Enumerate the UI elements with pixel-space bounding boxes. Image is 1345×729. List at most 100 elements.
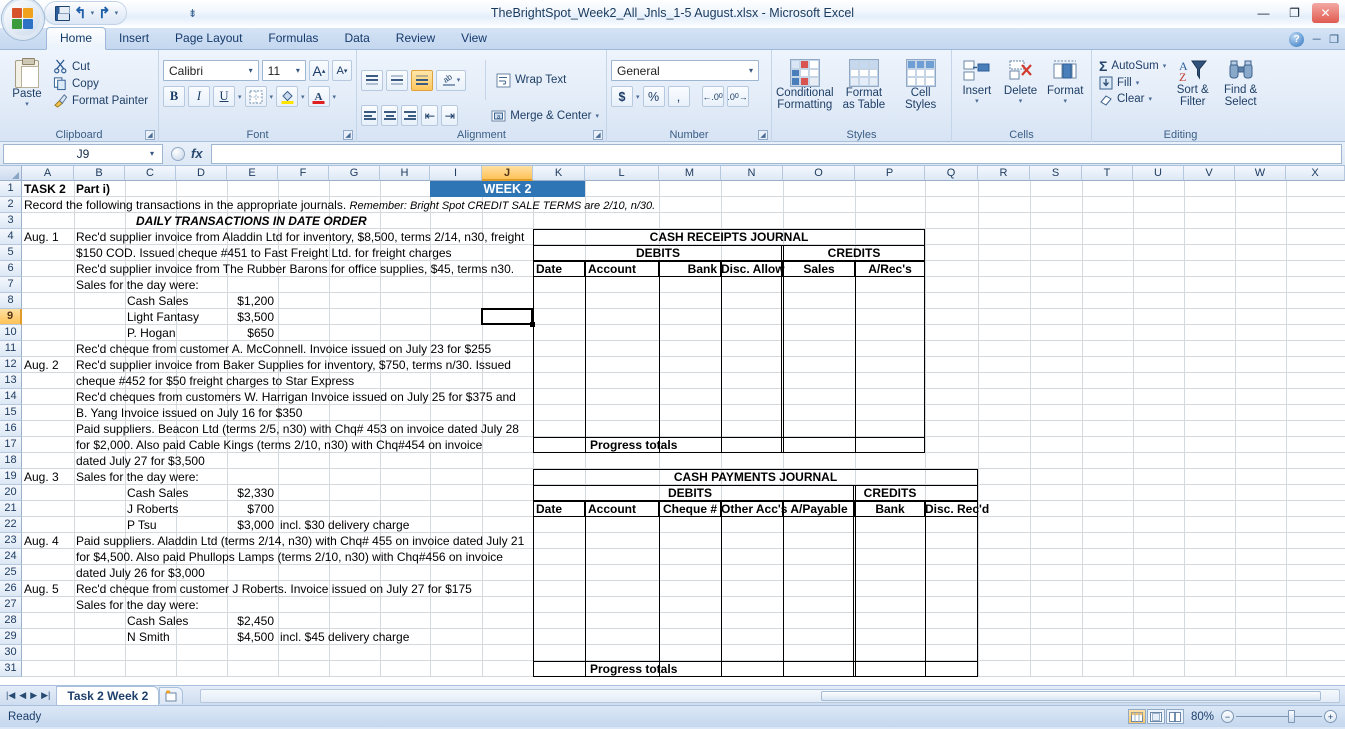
cell-C28[interactable]: Cash Sales	[125, 613, 190, 629]
cell-B12[interactable]: Rec'd supplier invoice from Baker Suppli…	[74, 357, 513, 373]
alignment-dialog-launcher[interactable]: ◢	[593, 130, 603, 140]
row-header-17[interactable]: 17	[0, 437, 22, 453]
row-header-24[interactable]: 24	[0, 549, 22, 565]
insert-cells-dropdown-icon[interactable]: ▾	[975, 97, 979, 105]
row-header-11[interactable]: 11	[0, 341, 22, 357]
grid-cells[interactable]: TASK 2 Part i) Record the following transa…	[22, 181, 1345, 677]
tab-insert[interactable]: Insert	[106, 28, 162, 49]
row-header-7[interactable]: 7	[0, 277, 22, 293]
cell-B6[interactable]: Rec'd supplier invoice from The Rubber B…	[74, 261, 516, 277]
paste-button[interactable]: Paste ▾	[4, 56, 50, 109]
minimize-button[interactable]: —	[1250, 3, 1277, 23]
number-format-box[interactable]: General ▾	[611, 60, 759, 81]
column-header-R[interactable]: R	[978, 166, 1030, 181]
column-header-L[interactable]: L	[585, 166, 659, 181]
row-header-29[interactable]: 29	[0, 629, 22, 645]
borders-button[interactable]	[244, 86, 267, 107]
cell-C9[interactable]: Light Fantasy	[125, 309, 201, 325]
page-break-view-button[interactable]	[1165, 709, 1184, 724]
column-header-S[interactable]: S	[1030, 166, 1082, 181]
row-header-26[interactable]: 26	[0, 581, 22, 597]
merge-center-dropdown-icon[interactable]: ▾	[595, 112, 599, 120]
cell-F22[interactable]: incl. $30 delivery charge	[278, 517, 411, 533]
cell-B25[interactable]: dated July 26 for $3,000	[74, 565, 207, 581]
row-header-23[interactable]: 23	[0, 533, 22, 549]
increase-indent-button[interactable]: ⇥	[441, 105, 459, 126]
row-header-15[interactable]: 15	[0, 405, 22, 421]
delete-cells-button[interactable]: Delete ▾	[1000, 56, 1042, 105]
active-cell-selection[interactable]	[481, 308, 535, 327]
new-sheet-button[interactable]	[159, 687, 184, 704]
column-header-K[interactable]: K	[533, 166, 585, 181]
tab-review[interactable]: Review	[383, 28, 448, 49]
horizontal-scrollbar[interactable]	[200, 689, 1340, 703]
font-color-button[interactable]: A	[307, 86, 330, 107]
column-header-D[interactable]: D	[176, 166, 227, 181]
first-sheet-icon[interactable]: |◀	[6, 690, 15, 701]
week-banner[interactable]: WEEK 2	[430, 181, 585, 197]
align-right-button[interactable]	[401, 105, 419, 126]
restore-ribbon-icon[interactable]: ❐	[1329, 33, 1339, 46]
column-header-X[interactable]: X	[1286, 166, 1345, 181]
font-name-dropdown-icon[interactable]: ▾	[249, 66, 256, 75]
cell-B16[interactable]: Paid suppliers. Beacon Ltd (terms 2/5, n…	[74, 421, 521, 437]
grow-font-button[interactable]: A ▴	[308, 60, 329, 81]
merge-center-button[interactable]: a Merge & Center ▾	[488, 108, 602, 124]
cell-C22[interactable]: P Tsu	[125, 517, 159, 533]
select-all-corner[interactable]	[0, 166, 22, 181]
cell-B3-daily-transactions[interactable]: DAILY TRANSACTIONS IN DATE ORDER	[134, 213, 369, 229]
row-header-21[interactable]: 21	[0, 501, 22, 517]
underline-dropdown-icon[interactable]: ▾	[238, 93, 242, 101]
column-header-E[interactable]: E	[227, 166, 278, 181]
column-header-V[interactable]: V	[1184, 166, 1235, 181]
clipboard-dialog-launcher[interactable]: ◢	[145, 130, 155, 140]
row-header-12[interactable]: 12	[0, 357, 22, 373]
number-dialog-launcher[interactable]: ◢	[758, 130, 768, 140]
zoom-slider[interactable]: − +	[1221, 710, 1337, 723]
align-center-button[interactable]	[381, 105, 399, 126]
align-bottom-button[interactable]	[411, 69, 433, 91]
row-header-30[interactable]: 30	[0, 645, 22, 661]
name-box-dropdown-icon[interactable]: ▾	[150, 149, 157, 158]
tab-page-layout[interactable]: Page Layout	[162, 28, 255, 49]
restore-button[interactable]: ❐	[1281, 3, 1308, 23]
zoom-level[interactable]: 80%	[1191, 711, 1214, 723]
cell-B11[interactable]: Rec'd cheque from customer A. McConnell.…	[74, 341, 493, 357]
cell-B17[interactable]: for $2,000. Also paid Cable Kings (terms…	[74, 437, 484, 453]
cell-A19[interactable]: Aug. 3	[22, 469, 61, 485]
percent-format-button[interactable]: %	[642, 86, 665, 107]
cell-styles-button[interactable]: Cell Styles	[894, 56, 947, 111]
formula-input[interactable]	[210, 143, 1342, 164]
sheet-tab-task-2-week-2[interactable]: Task 2 Week 2	[56, 685, 160, 706]
tab-formulas[interactable]: Formulas	[255, 28, 331, 49]
delete-cells-dropdown-icon[interactable]: ▾	[1019, 97, 1023, 105]
conditional-formatting-button[interactable]: Conditional Formatting	[776, 56, 834, 111]
decrease-indent-button[interactable]: ⇤	[421, 105, 439, 126]
copy-button[interactable]: Copy	[50, 75, 151, 92]
italic-button[interactable]: I	[188, 86, 210, 107]
column-header-C[interactable]: C	[125, 166, 176, 181]
row-header-28[interactable]: 28	[0, 613, 22, 629]
minimize-ribbon-icon[interactable]: －	[1311, 31, 1322, 47]
cell-E28[interactable]: $2,450	[227, 613, 276, 629]
cell-E10[interactable]: $650	[227, 325, 276, 341]
fill-button[interactable]: Fill ▾	[1096, 75, 1169, 91]
cell-E22[interactable]: $3,000	[227, 517, 276, 533]
next-sheet-icon[interactable]: ▶	[30, 690, 37, 701]
column-header-A[interactable]: A	[22, 166, 74, 181]
format-painter-button[interactable]: Format Painter	[50, 92, 151, 109]
fill-color-dropdown-icon[interactable]: ▾	[301, 93, 305, 101]
office-button[interactable]	[2, 0, 44, 40]
row-header-10[interactable]: 10	[0, 325, 22, 341]
accounting-dropdown-icon[interactable]: ▾	[636, 93, 640, 101]
cell-B7[interactable]: Sales for the day were:	[74, 277, 201, 293]
clear-button[interactable]: Clear ▾	[1096, 91, 1169, 107]
row-header-31[interactable]: 31	[0, 661, 22, 677]
font-size-dropdown-icon[interactable]: ▾	[296, 66, 303, 75]
row-header-22[interactable]: 22	[0, 517, 22, 533]
prev-sheet-icon[interactable]: ◀	[19, 690, 26, 701]
cell-B4[interactable]: Rec'd supplier invoice from Aladdin Ltd …	[74, 229, 526, 245]
row-header-4[interactable]: 4	[0, 229, 22, 245]
zoom-slider-knob[interactable]	[1288, 710, 1295, 723]
cell-C10[interactable]: P. Hogan	[125, 325, 178, 341]
